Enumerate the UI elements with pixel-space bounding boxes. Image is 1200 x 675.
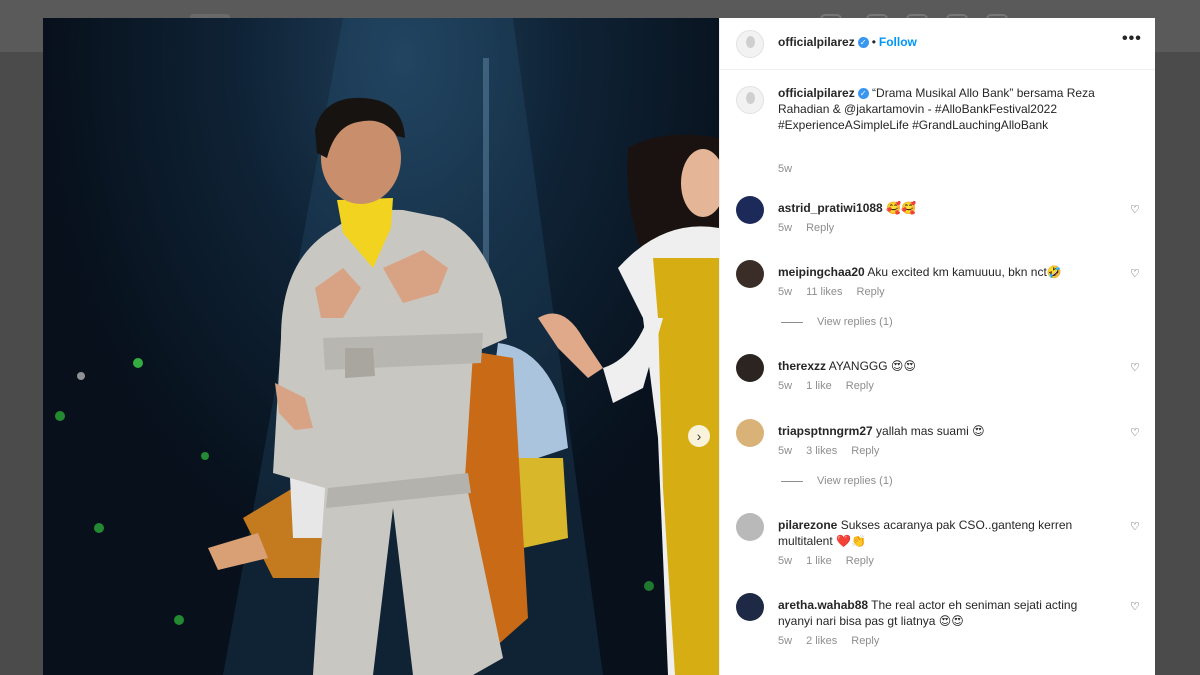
comment-body: triapsptnngrm27 yallah mas suami 😍	[778, 423, 1114, 439]
post-modal: › officialpilarez ✓ • Follow ••• officialpi…	[43, 18, 1155, 675]
separator-dot: •	[871, 35, 876, 49]
caption-username[interactable]: officialpilarez	[778, 86, 855, 100]
comment-body: astrid_pratiwi1088 🥰🥰	[778, 200, 1114, 216]
comment-likes[interactable]: 1 like	[806, 555, 832, 567]
reply-button[interactable]: Reply	[806, 222, 834, 234]
verified-badge-icon: ✓	[857, 88, 869, 99]
commenter-username[interactable]: therexzz	[778, 359, 826, 373]
commenter-avatar[interactable]	[736, 513, 764, 541]
reply-button[interactable]: Reply	[851, 635, 879, 647]
like-heart-icon[interactable]: ♡	[1130, 267, 1140, 280]
post-caption: officialpilarez ✓ “Drama Musikal Allo Ban…	[778, 85, 1118, 133]
comment-likes[interactable]: 3 likes	[806, 445, 837, 457]
comment-meta: 5w 3 likes Reply	[778, 445, 893, 457]
comment-meta: 5w Reply	[778, 222, 848, 234]
comment-text: 🥰🥰	[886, 201, 916, 215]
reply-button[interactable]: Reply	[857, 286, 885, 298]
caption-meta: 5w	[778, 163, 806, 175]
commenter-avatar[interactable]	[736, 196, 764, 224]
commenter-username[interactable]: aretha.wahab88	[778, 598, 868, 612]
comment-time: 5w	[778, 445, 793, 457]
commenter-avatar[interactable]	[736, 354, 764, 382]
comment-meta: 5w 1 like Reply	[778, 555, 888, 567]
comments-panel: officialpilarez ✓ • Follow ••• officialpila…	[719, 18, 1155, 675]
comment-likes[interactable]: 1 like	[806, 380, 832, 392]
comment-time: 5w	[778, 380, 793, 392]
commenter-username[interactable]: astrid_pratiwi1088	[778, 201, 883, 215]
caption-time: 5w	[778, 163, 793, 175]
comment-likes[interactable]: 11 likes	[806, 286, 842, 298]
stage-performance-image	[55, 18, 719, 675]
commenter-username[interactable]: pilarezone	[778, 518, 837, 532]
comment-meta: 5w 11 likes Reply	[778, 286, 899, 298]
like-heart-icon[interactable]: ♡	[1130, 426, 1140, 439]
comment-meta: 5w 1 like Reply	[778, 380, 888, 392]
post-header: officialpilarez ✓ • Follow •••	[720, 18, 1155, 70]
more-dots-icon: •••	[1122, 30, 1142, 47]
comment-meta: 5w 2 likes Reply	[778, 635, 893, 647]
comment-body: meipingchaa20 Aku excited km kamuuuu, bk…	[778, 264, 1114, 280]
like-heart-icon[interactable]: ♡	[1130, 203, 1140, 216]
post-photo: ›	[43, 18, 719, 675]
verified-badge-icon: ✓	[857, 37, 869, 48]
owner-username[interactable]: officialpilarez	[778, 35, 855, 49]
follow-button[interactable]: Follow	[879, 35, 917, 49]
commenter-avatar[interactable]	[736, 260, 764, 288]
comment-body: aretha.wahab88 The real actor eh seniman…	[778, 597, 1114, 629]
reply-button[interactable]: Reply	[846, 380, 874, 392]
comment-text: AYANGGG 😍😍	[828, 359, 916, 373]
reply-button[interactable]: Reply	[846, 555, 874, 567]
comment-text: Aku excited km kamuuuu, bkn nct🤣	[867, 265, 1062, 279]
commenter-avatar[interactable]	[736, 419, 764, 447]
view-replies-button[interactable]: View replies (1)	[781, 475, 893, 487]
commenter-username[interactable]: triapsptnngrm27	[778, 424, 873, 438]
comment-text: yallah mas suami 😍	[876, 424, 985, 438]
like-heart-icon[interactable]: ♡	[1130, 600, 1140, 613]
comment-body: pilarezone Sukses acaranya pak CSO..gant…	[778, 517, 1114, 549]
comment-time: 5w	[778, 222, 793, 234]
chevron-right-icon: ›	[696, 428, 702, 444]
view-replies-button[interactable]: View replies (1)	[781, 316, 893, 328]
comment-time: 5w	[778, 635, 793, 647]
more-options-button[interactable]: •••	[1122, 30, 1142, 48]
commenter-avatar[interactable]	[736, 593, 764, 621]
caption-avatar[interactable]	[736, 86, 764, 114]
like-heart-icon[interactable]: ♡	[1130, 361, 1140, 374]
header-user-line: officialpilarez ✓ • Follow	[778, 35, 917, 49]
comment-time: 5w	[778, 555, 793, 567]
comment-likes[interactable]: 2 likes	[806, 635, 837, 647]
like-heart-icon[interactable]: ♡	[1130, 520, 1140, 533]
comment-body: therexzz AYANGGG 😍😍	[778, 358, 1114, 374]
owner-avatar[interactable]	[736, 30, 764, 58]
reply-button[interactable]: Reply	[851, 445, 879, 457]
comment-time: 5w	[778, 286, 793, 298]
commenter-username[interactable]: meipingchaa20	[778, 265, 865, 279]
next-photo-button[interactable]: ›	[688, 425, 710, 447]
